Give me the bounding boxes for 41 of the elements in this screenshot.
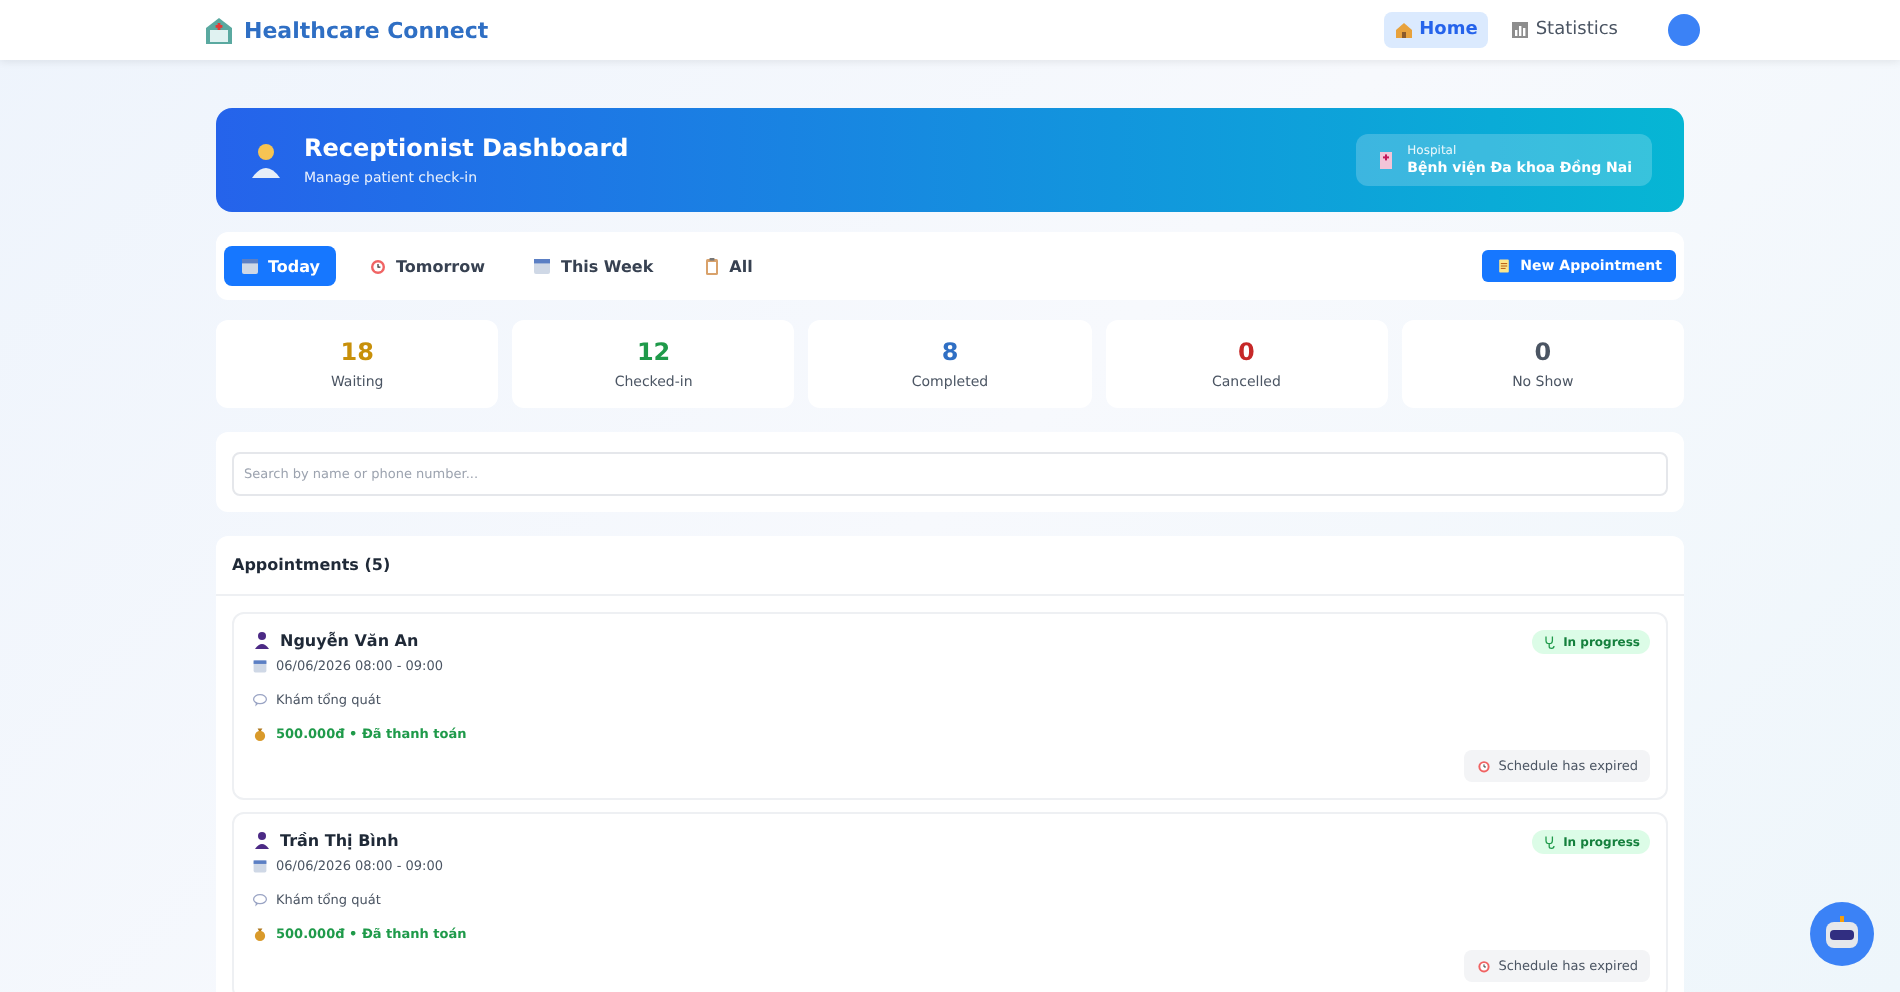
- stethoscope-icon: [1541, 834, 1558, 850]
- speech-bubble-icon: [252, 892, 268, 908]
- patient-name: Trần Thị Bình: [280, 831, 399, 849]
- alarm-clock-icon: [1476, 758, 1493, 774]
- money-bag-icon: [252, 926, 268, 942]
- calendar-icon: [532, 256, 553, 276]
- person-icon: [252, 630, 272, 650]
- stat-value: 0: [1534, 338, 1552, 366]
- alarm-clock-icon: [1476, 958, 1493, 974]
- patient-name: Nguyễn Văn An: [280, 631, 419, 649]
- nav-link[interactable]: Home: [1383, 12, 1488, 48]
- document-icon: [1496, 258, 1513, 274]
- stat-value: 8: [941, 338, 959, 366]
- alarm-clock-icon: [367, 256, 388, 276]
- chatbot-button[interactable]: [1810, 902, 1874, 966]
- filter-tab[interactable]: Today: [224, 246, 336, 286]
- stat-value: 12: [636, 338, 671, 366]
- house-icon: [1393, 20, 1414, 40]
- calendar-icon: [252, 658, 268, 674]
- filter-tab[interactable]: Tomorrow: [351, 246, 501, 286]
- robot-icon: [1820, 914, 1864, 954]
- appointments-title: Appointments (5): [216, 536, 1684, 596]
- person-icon: [252, 830, 272, 850]
- chart-icon: [1509, 20, 1530, 40]
- calendar-icon: [240, 256, 260, 276]
- stat-value: 18: [340, 338, 374, 366]
- clipboard-icon: [701, 256, 722, 276]
- money-bag-icon: [252, 726, 268, 742]
- hospital-icon: [1375, 150, 1396, 170]
- user-avatar[interactable]: [1668, 14, 1700, 46]
- stat-value: 0: [1238, 338, 1255, 366]
- receptionist-icon: [248, 140, 284, 180]
- hospital-logo-icon: [204, 15, 234, 45]
- nav-link[interactable]: Statistics: [1499, 12, 1628, 48]
- dashboard-title: Receptionist Dashboard: [304, 134, 631, 162]
- stethoscope-icon: [1541, 634, 1558, 650]
- calendar-icon: [252, 858, 268, 874]
- brand-name: Healthcare Connect: [244, 17, 489, 43]
- filter-tab[interactable]: All: [685, 246, 769, 286]
- filter-tab[interactable]: This Week: [516, 246, 670, 286]
- speech-bubble-icon: [252, 692, 268, 708]
